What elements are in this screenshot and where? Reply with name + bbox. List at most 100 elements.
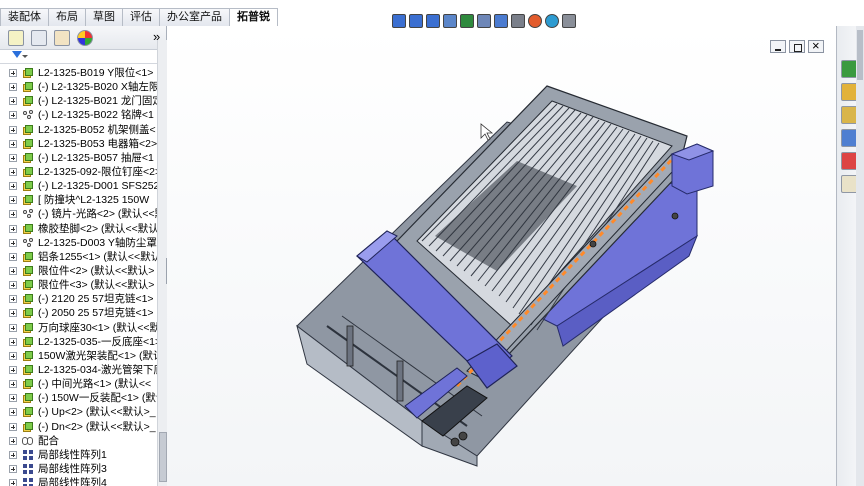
task-pane-scrollbar-thumb[interactable] bbox=[857, 30, 863, 80]
display-style-icon[interactable] bbox=[494, 14, 508, 28]
tree-item[interactable]: [ 防撞块^L2-1325 150W bbox=[0, 193, 157, 207]
tree-item[interactable]: (-) Dn<2> (默认<<默认>_ bbox=[0, 420, 157, 434]
tree-item[interactable]: (-) 中间光路<1> (默认<< bbox=[0, 377, 157, 391]
restore-icon[interactable] bbox=[789, 40, 805, 53]
expand-icon[interactable] bbox=[9, 182, 17, 191]
command-tab[interactable]: 拓普锐 bbox=[229, 8, 278, 27]
filter-icon[interactable] bbox=[12, 51, 22, 58]
tree-item[interactable]: (-) L2-1325-D001 SFS252 bbox=[0, 179, 157, 193]
tree-item[interactable]: (-) 镜片-光路<2> (默认<<默 bbox=[0, 207, 157, 221]
tree-item-label: 铝条1255<1> (默认<<默认 bbox=[38, 250, 157, 263]
tree-item[interactable]: L2-1325-B052 机架侧盖< bbox=[0, 123, 157, 137]
command-tab[interactable]: 草图 bbox=[85, 8, 123, 26]
tree-item[interactable]: L2-1325-034-激光管架下底 bbox=[0, 363, 157, 377]
expand-icon[interactable] bbox=[9, 281, 17, 290]
expand-icon[interactable] bbox=[9, 479, 17, 486]
feature-manager-tab-icon[interactable] bbox=[8, 30, 24, 46]
expand-icon[interactable] bbox=[9, 238, 17, 247]
expand-icon[interactable] bbox=[9, 266, 17, 275]
tree-item[interactable]: 配合 bbox=[0, 434, 157, 448]
expand-icon[interactable] bbox=[9, 139, 17, 148]
apply-scene-icon[interactable] bbox=[545, 14, 559, 28]
section-view-icon[interactable] bbox=[443, 14, 457, 28]
subassembly-icon bbox=[22, 208, 34, 220]
tree-item[interactable]: 局部线性阵列4 bbox=[0, 476, 157, 486]
assembly-model[interactable] bbox=[167, 26, 836, 486]
part-icon bbox=[22, 124, 34, 136]
task-pane-scrollbar[interactable] bbox=[856, 26, 864, 486]
tree-scrollbar-thumb[interactable] bbox=[159, 432, 167, 482]
command-tab[interactable]: 布局 bbox=[48, 8, 86, 26]
tree-item[interactable]: 局部线性阵列3 bbox=[0, 462, 157, 476]
tree-item[interactable]: 万向球座30<1> (默认<<默 bbox=[0, 321, 157, 335]
tree-item[interactable]: (-) L2-1325-B021 龙门固定 bbox=[0, 94, 157, 108]
expand-icon[interactable] bbox=[9, 351, 17, 360]
expand-icon[interactable] bbox=[9, 111, 17, 120]
tree-item[interactable]: 150W激光架装配<1> (默认 bbox=[0, 349, 157, 363]
tree-item[interactable]: (-) L2-1325-B022 铭牌<1 bbox=[0, 108, 157, 122]
tree-item[interactable]: 橡胶垫脚<2> (默认<<默认 bbox=[0, 222, 157, 236]
command-tab[interactable]: 装配体 bbox=[0, 8, 49, 26]
property-manager-tab-icon[interactable] bbox=[31, 30, 47, 46]
tree-item[interactable]: (-) 2120 25 57坦克链<1> bbox=[0, 292, 157, 306]
tree-item[interactable]: L2-1325-D003 Y轴防尘罩2 bbox=[0, 236, 157, 250]
dynamic-annotation-icon[interactable] bbox=[460, 14, 474, 28]
expand-icon[interactable] bbox=[9, 224, 17, 233]
tree-item[interactable]: L2-1325-B053 电器箱<2> bbox=[0, 137, 157, 151]
part-icon bbox=[22, 421, 34, 433]
tree-item[interactable]: L2-1325-B019 Y限位<1> bbox=[0, 66, 157, 80]
tree-item[interactable]: 限位件<2> (默认<<默认> bbox=[0, 264, 157, 278]
expand-icon[interactable] bbox=[9, 323, 17, 332]
zoom-to-area-icon[interactable] bbox=[409, 14, 423, 28]
expand-icon[interactable] bbox=[9, 422, 17, 431]
display-manager-tab-icon[interactable] bbox=[77, 30, 93, 46]
configuration-manager-tab-icon[interactable] bbox=[54, 30, 70, 46]
expand-icon[interactable] bbox=[9, 69, 17, 77]
expand-icon[interactable] bbox=[9, 436, 17, 445]
tree-item[interactable]: (-) 2050 25 57坦克链<1> bbox=[0, 306, 157, 320]
expand-icon[interactable] bbox=[9, 450, 17, 459]
tree-item[interactable]: 限位件<3> (默认<<默认> bbox=[0, 278, 157, 292]
tree-item[interactable]: L2-1325-092-限位钉座<2> bbox=[0, 165, 157, 179]
expand-icon[interactable] bbox=[9, 408, 17, 417]
tree-item[interactable]: (-) 150W一反装配<1> (默认 bbox=[0, 391, 157, 405]
expand-icon[interactable] bbox=[9, 394, 17, 403]
tree-item[interactable]: (-) L2-1325-B020 X轴左限 bbox=[0, 80, 157, 94]
edit-appearance-icon[interactable] bbox=[528, 14, 542, 28]
expand-icon[interactable] bbox=[9, 295, 17, 304]
expand-icon[interactable] bbox=[9, 365, 17, 374]
view-orientation-icon[interactable] bbox=[477, 14, 491, 28]
expand-icon[interactable] bbox=[9, 167, 17, 176]
part-icon bbox=[22, 152, 34, 164]
expand-icon[interactable] bbox=[9, 252, 17, 261]
expand-icon[interactable] bbox=[9, 464, 17, 473]
close-icon[interactable] bbox=[808, 38, 824, 53]
minimize-icon[interactable] bbox=[770, 40, 786, 53]
hide-show-icon[interactable] bbox=[511, 14, 525, 28]
expand-icon[interactable] bbox=[9, 153, 17, 162]
expand-icon[interactable] bbox=[9, 309, 17, 318]
view-settings-icon[interactable] bbox=[562, 14, 576, 28]
tree-item[interactable]: 局部线性阵列1 bbox=[0, 448, 157, 462]
command-tab[interactable]: 办公室产品 bbox=[159, 8, 230, 26]
expand-icon[interactable] bbox=[9, 83, 17, 92]
expand-icon[interactable] bbox=[9, 380, 17, 389]
tree-filter-bar[interactable] bbox=[0, 50, 166, 64]
expand-icon[interactable] bbox=[9, 125, 17, 134]
graphics-viewport[interactable] bbox=[167, 26, 836, 486]
tree-item[interactable]: (-) Up<2> (默认<<默认>_ bbox=[0, 405, 157, 419]
tree-item-label: (-) L2-1325-B022 铭牌<1 bbox=[38, 109, 154, 122]
chevron-down-icon[interactable] bbox=[22, 55, 28, 58]
expand-icon[interactable] bbox=[9, 196, 17, 205]
tree-item-label: L2-1325-B053 电器箱<2> bbox=[38, 137, 157, 150]
tree-item[interactable]: L2-1325-035-一反底座<1> bbox=[0, 335, 157, 349]
expand-icon[interactable] bbox=[9, 337, 17, 346]
previous-view-icon[interactable] bbox=[426, 14, 440, 28]
command-tab[interactable]: 评估 bbox=[122, 8, 160, 26]
tree-item-label: (-) 2050 25 57坦克链<1> bbox=[38, 307, 154, 320]
tree-item[interactable]: (-) L2-1325-B057 抽屉<1 bbox=[0, 151, 157, 165]
expand-icon[interactable] bbox=[9, 97, 17, 106]
expand-icon[interactable] bbox=[9, 210, 17, 219]
tree-item[interactable]: 铝条1255<1> (默认<<默认 bbox=[0, 250, 157, 264]
zoom-to-fit-icon[interactable] bbox=[392, 14, 406, 28]
